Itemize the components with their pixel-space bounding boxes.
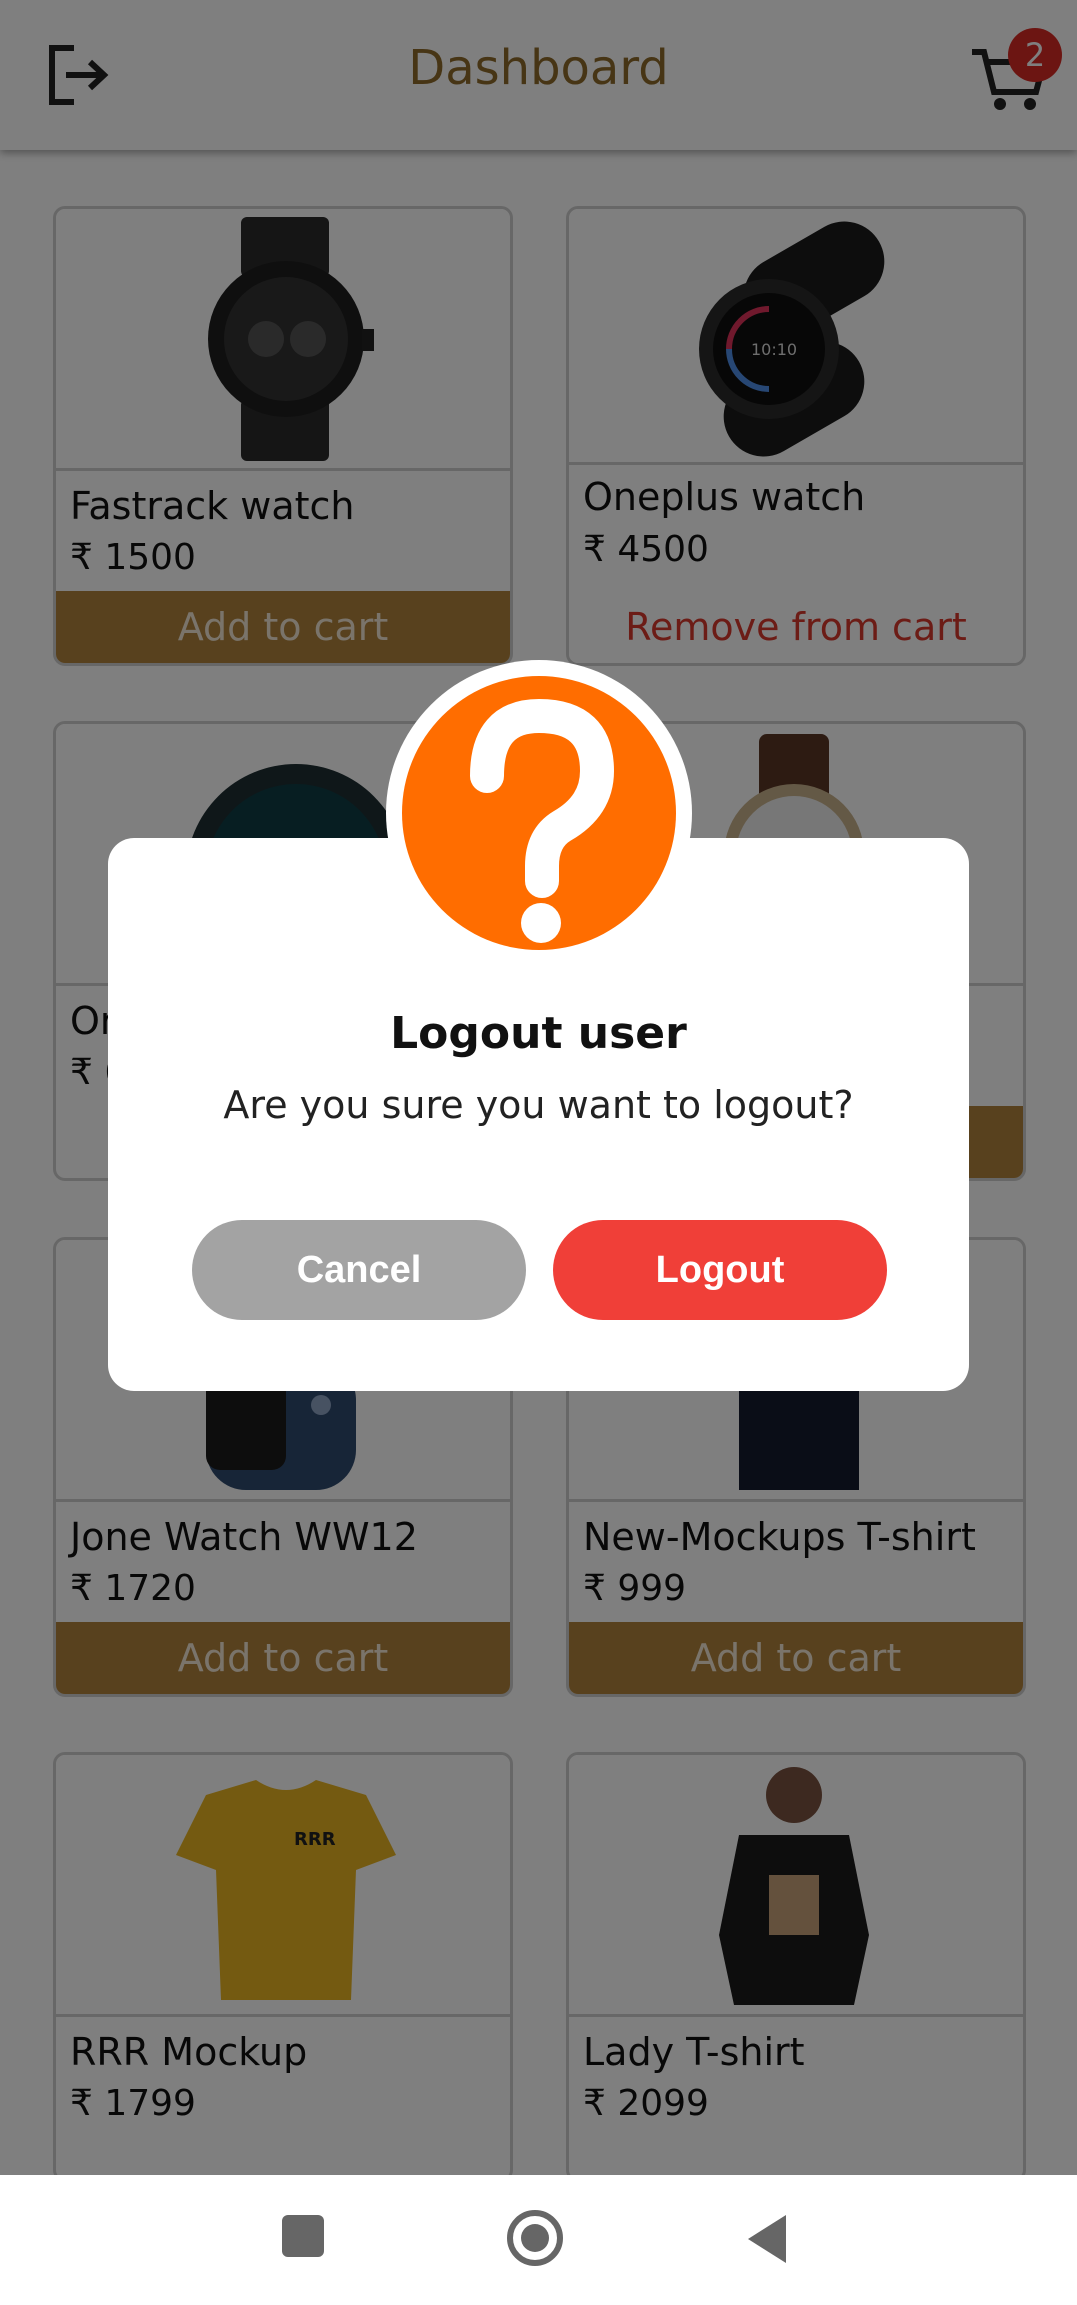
back-icon[interactable] <box>748 2215 786 2263</box>
dialog-title: Logout user <box>390 1008 687 1059</box>
system-nav-bar <box>0 2175 1077 2305</box>
home-icon[interactable] <box>507 2210 563 2266</box>
dialog-message: Are you sure you want to logout? <box>223 1083 854 1127</box>
question-icon <box>402 676 676 950</box>
cancel-button[interactable]: Cancel <box>192 1220 526 1320</box>
question-icon-circle <box>386 660 692 966</box>
logout-button[interactable]: Logout <box>553 1220 887 1320</box>
recents-icon[interactable] <box>282 2215 324 2257</box>
